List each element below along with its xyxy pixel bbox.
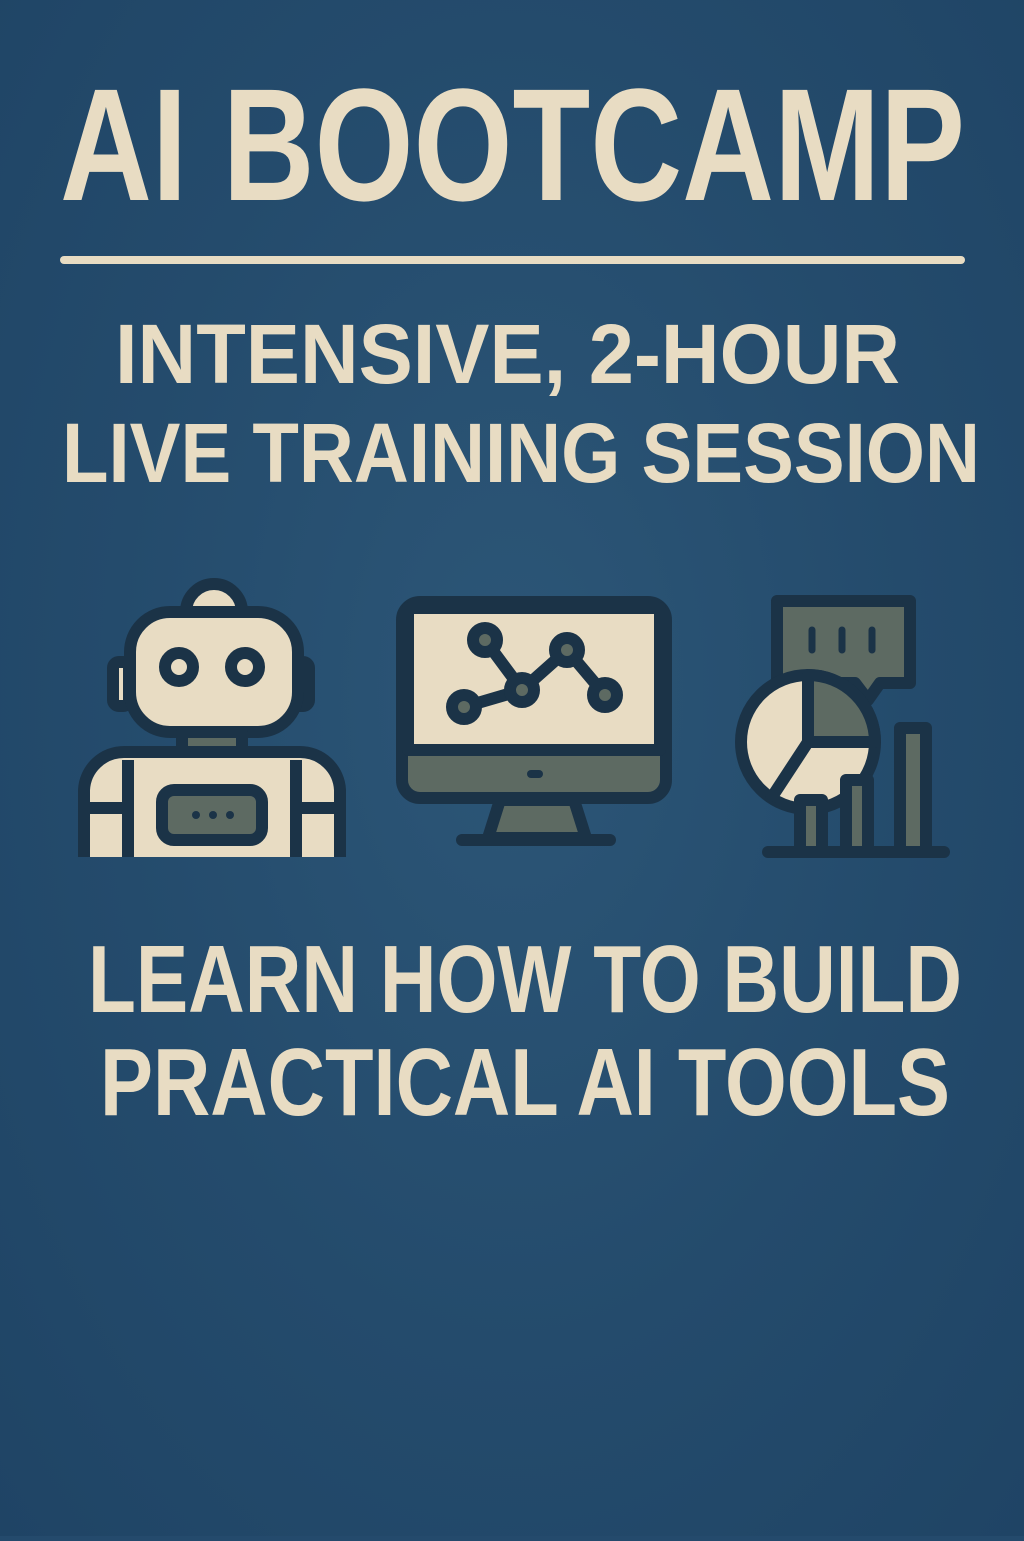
monitor-chart-icon (396, 596, 672, 846)
tagline-line-1: LEARN HOW TO BUILD (88, 926, 962, 1033)
analytics-chart-icon (735, 595, 950, 858)
robot-icon (78, 578, 346, 857)
poster-title: AI BOOTCAMP (60, 55, 965, 234)
subtitle-line-1: INTENSIVE, 2-HOUR (115, 307, 900, 401)
subtitle-line-2: LIVE TRAINING SESSION (62, 406, 980, 500)
tagline-line-2: PRACTICAL AI TOOLS (100, 1029, 950, 1136)
poster-canvas: AI BOOTCAMP INTENSIVE, 2-HOUR LIVE TRAIN… (60, 55, 980, 1136)
poster: AI BOOTCAMP INTENSIVE, 2-HOUR LIVE TRAIN… (0, 0, 1024, 1536)
title-divider (60, 256, 965, 264)
